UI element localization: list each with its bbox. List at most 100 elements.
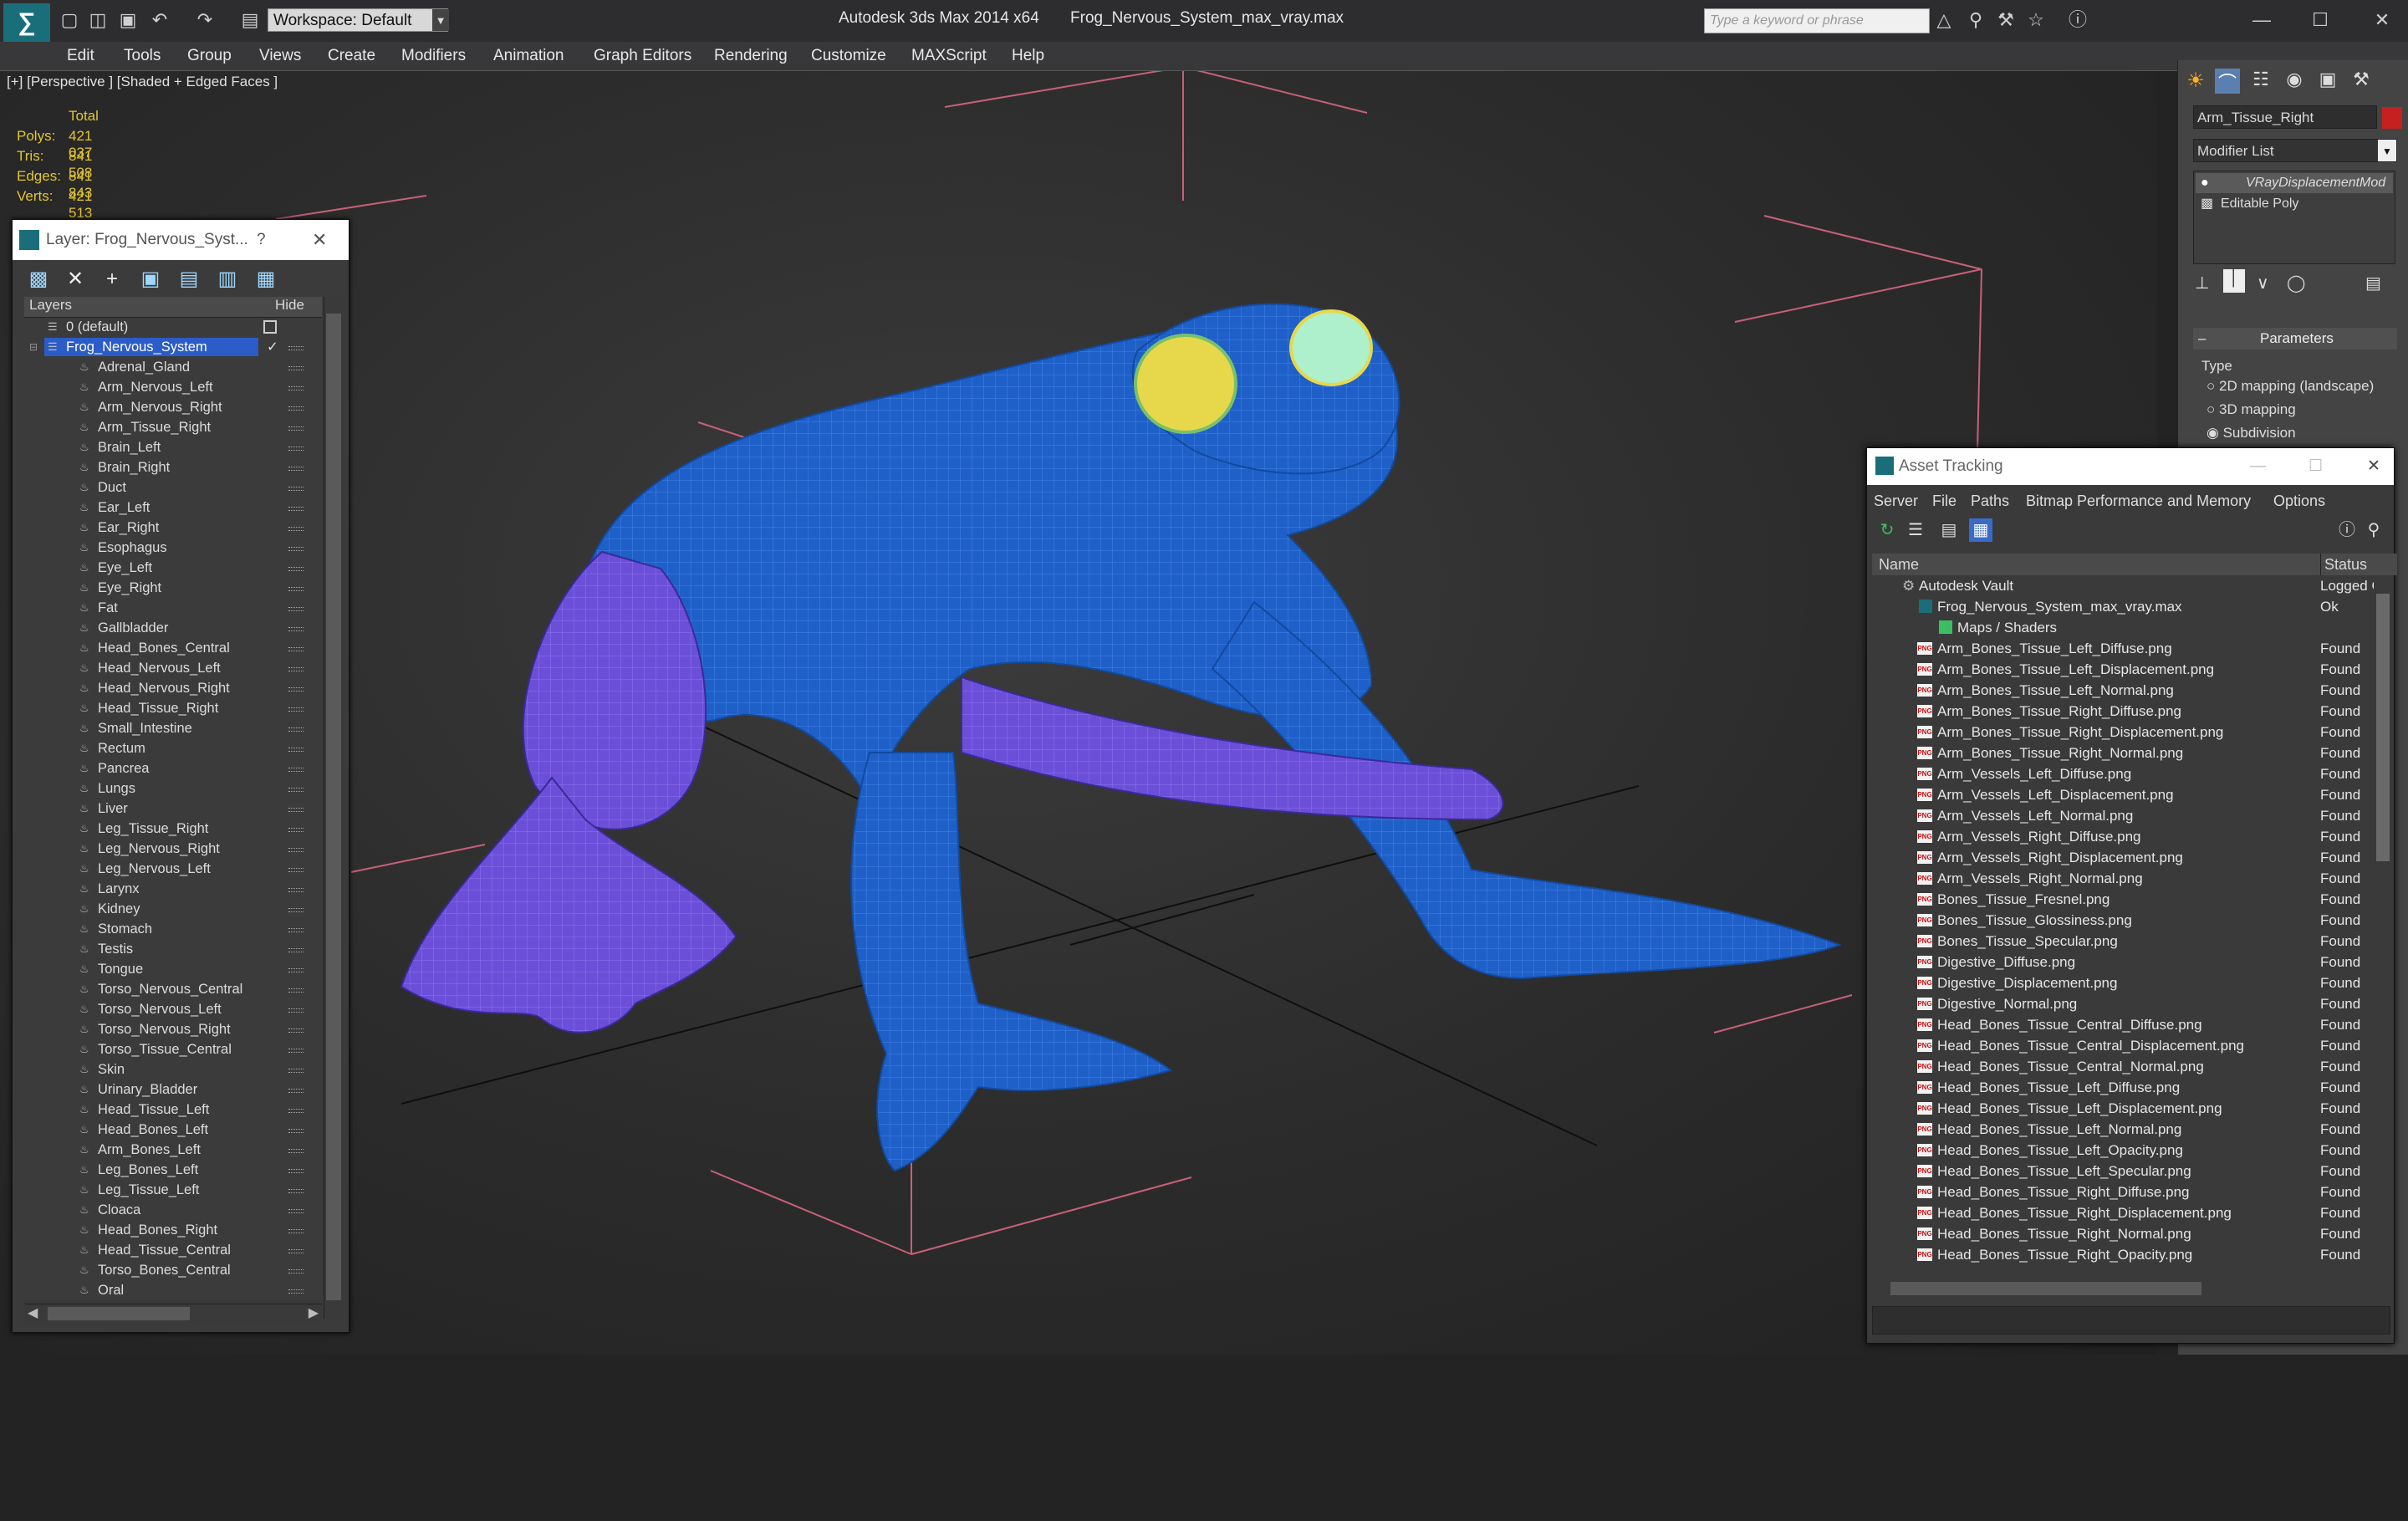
hide-toggle[interactable] bbox=[288, 788, 304, 792]
hide-toggle[interactable] bbox=[288, 447, 304, 451]
scroll-thumb[interactable] bbox=[48, 1307, 190, 1320]
hide-all-icon[interactable]: ▥ bbox=[215, 267, 240, 292]
collapse-icon[interactable]: ⊟ bbox=[29, 337, 38, 357]
layer-row[interactable]: ♨ Liver bbox=[24, 799, 322, 819]
hide-toggle[interactable] bbox=[288, 1069, 304, 1073]
hide-toggle[interactable] bbox=[288, 627, 304, 631]
radio-3d-mapping[interactable]: ○ 3D mapping bbox=[2206, 401, 2296, 418]
hierarchy-tab-icon[interactable]: ☷ bbox=[2248, 69, 2273, 94]
show-end-result-icon[interactable]: │ bbox=[2223, 269, 2245, 293]
map-row[interactable]: PNG Digestive_Displacement.png Found bbox=[1872, 972, 2394, 993]
scroll-thumb[interactable] bbox=[326, 314, 341, 1300]
layer-row[interactable]: ♨ Arm_Nervous_Left bbox=[24, 377, 322, 397]
redo-icon[interactable]: ↷ bbox=[194, 8, 216, 32]
asset-menu-paths[interactable]: Paths bbox=[1971, 488, 2009, 513]
hide-toggle[interactable] bbox=[288, 687, 304, 692]
hide-toggle[interactable] bbox=[288, 426, 304, 431]
layer-row[interactable]: ♨ Tongue bbox=[24, 959, 322, 979]
hide-toggle[interactable] bbox=[288, 366, 304, 370]
remove-modifier-icon[interactable]: ◯ bbox=[2287, 273, 2305, 293]
table-view-icon[interactable]: ▤ bbox=[1937, 518, 1961, 542]
layer-row[interactable]: ♨ Head_Nervous_Right bbox=[24, 678, 322, 698]
map-row[interactable]: PNG Head_Bones_Tissue_Right_Opacity.png Fo… bbox=[1872, 1244, 2394, 1265]
scroll-thumb[interactable] bbox=[2376, 594, 2390, 861]
layer-row[interactable]: ♨ Eye_Left bbox=[24, 558, 322, 578]
hide-toggle[interactable] bbox=[288, 647, 304, 651]
map-row[interactable]: PNG Head_Bones_Tissue_Left_Displacement.p… bbox=[1872, 1098, 2394, 1119]
scroll-right-icon[interactable]: ▶ bbox=[309, 1304, 319, 1321]
stack-item-editable-poly[interactable]: ▩ Editable Poly bbox=[2196, 195, 2393, 213]
layer-row[interactable]: ♨ Cloaca bbox=[24, 1200, 322, 1220]
minimize-icon[interactable]: — bbox=[2251, 8, 2273, 32]
parameters-rollout[interactable]: – Parameters bbox=[2193, 328, 2397, 350]
map-row[interactable]: PNG Bones_Tissue_Fresnel.png Found bbox=[1872, 889, 2394, 910]
menu-animation[interactable]: Animation bbox=[493, 42, 564, 70]
hide-toggle[interactable] bbox=[288, 1269, 304, 1273]
menu-tools[interactable]: Tools bbox=[124, 42, 161, 70]
layer-row[interactable]: ♨ Arm_Bones_Left bbox=[24, 1140, 322, 1160]
menu-graph-editors[interactable]: Graph Editors bbox=[594, 42, 691, 70]
make-unique-icon[interactable]: ∨ bbox=[2257, 273, 2269, 293]
modifier-list-select[interactable]: Modifier List ▼ bbox=[2193, 139, 2397, 162]
map-row[interactable]: PNG Head_Bones_Tissue_Central_Normal.png F… bbox=[1872, 1056, 2394, 1077]
pin-icon[interactable]: ⚲ bbox=[2362, 518, 2385, 542]
layer-row[interactable]: ♨ Brain_Right bbox=[24, 457, 322, 477]
workspace-select[interactable]: Workspace: Default ▼ bbox=[268, 8, 449, 32]
layer-row[interactable]: ♨ Torso_Nervous_Right bbox=[24, 1019, 322, 1039]
layer-row[interactable]: ♨ Larynx bbox=[24, 879, 322, 899]
map-row[interactable]: PNG Arm_Bones_Tissue_Right_Diffuse.png Fou… bbox=[1872, 701, 2394, 722]
map-row[interactable]: PNG Head_Bones_Tissue_Right_Diffuse.png Fo… bbox=[1872, 1182, 2394, 1202]
hide-toggle[interactable] bbox=[288, 346, 304, 350]
hide-toggle[interactable] bbox=[288, 1089, 304, 1093]
hide-toggle[interactable] bbox=[288, 1229, 304, 1233]
hide-toggle[interactable] bbox=[288, 968, 304, 972]
map-row[interactable]: PNG Arm_Vessels_Right_Displacement.png Fou… bbox=[1872, 847, 2394, 868]
hide-toggle[interactable] bbox=[288, 908, 304, 912]
utilities-tab-icon[interactable]: ⚒ bbox=[2349, 69, 2374, 94]
map-row[interactable]: PNG Arm_Bones_Tissue_Right_Normal.png Foun… bbox=[1872, 743, 2394, 763]
motion-tab-icon[interactable]: ◉ bbox=[2282, 69, 2307, 94]
map-row[interactable]: PNG Head_Bones_Tissue_Left_Normal.png Foun… bbox=[1872, 1119, 2394, 1140]
file-row[interactable]: Frog_Nervous_System_max_vray.max Ok bbox=[1872, 596, 2394, 617]
open-file-icon[interactable]: ◫ bbox=[87, 8, 109, 32]
hide-toggle[interactable] bbox=[288, 1129, 304, 1133]
hide-toggle[interactable] bbox=[288, 1149, 304, 1153]
menu-help[interactable]: Help bbox=[1012, 42, 1044, 70]
layer-row[interactable]: ♨ Torso_Bones_Central bbox=[24, 1260, 322, 1280]
hide-toggle[interactable] bbox=[288, 948, 304, 952]
hide-toggle[interactable] bbox=[288, 1189, 304, 1193]
help-button[interactable]: ? bbox=[257, 220, 266, 260]
map-row[interactable]: PNG Bones_Tissue_Specular.png Found bbox=[1872, 931, 2394, 952]
menu-group[interactable]: Group bbox=[187, 42, 232, 70]
scroll-thumb[interactable] bbox=[1890, 1282, 2201, 1295]
hide-toggle[interactable] bbox=[288, 406, 304, 411]
hide-toggle[interactable] bbox=[288, 868, 304, 872]
asset-menu-bitmap[interactable]: Bitmap Performance and Memory bbox=[2026, 488, 2251, 513]
object-name-field[interactable]: Arm_Tissue_Right bbox=[2193, 105, 2377, 129]
hide-toggle[interactable] bbox=[288, 587, 304, 591]
maximize-icon[interactable]: ☐ bbox=[2309, 448, 2323, 485]
layer-window-titlebar[interactable]: Layer: Frog_Nervous_Syst... ? ✕ bbox=[13, 220, 349, 260]
layer-row[interactable]: ♨ Lungs bbox=[24, 778, 322, 799]
col-hide[interactable]: Hide bbox=[275, 297, 304, 314]
select-objects-icon[interactable]: ▣ bbox=[138, 267, 163, 292]
tools-icon[interactable]: ⚒ bbox=[1995, 8, 2017, 32]
project-folder-icon[interactable]: ▤ bbox=[239, 8, 261, 32]
asset-path-field[interactable] bbox=[1872, 1306, 2390, 1335]
close-icon[interactable]: ✕ bbox=[2367, 448, 2380, 485]
layer-row[interactable]: ♨ Oral bbox=[24, 1280, 322, 1300]
close-icon[interactable]: ✕ bbox=[312, 220, 327, 260]
col-status[interactable]: Status bbox=[2320, 554, 2367, 575]
group-row[interactable]: Maps / Shaders bbox=[1872, 617, 2394, 638]
map-row[interactable]: PNG Head_Bones_Tissue_Right_Normal.png Fou… bbox=[1872, 1223, 2394, 1244]
layer-row[interactable]: ♨ Duct bbox=[24, 477, 322, 498]
modify-tab-icon[interactable]: ⌒ bbox=[2215, 69, 2240, 94]
asset-hscrollbar[interactable] bbox=[1872, 1279, 2374, 1298]
map-row[interactable]: PNG Arm_Bones_Tissue_Left_Displacement.pn… bbox=[1872, 659, 2394, 680]
layer-row[interactable]: ♨ Torso_Tissue_Central bbox=[24, 1039, 322, 1059]
hide-toggle[interactable] bbox=[288, 467, 304, 471]
hide-toggle[interactable] bbox=[288, 1249, 304, 1253]
layer-row[interactable]: ♨ Urinary_Bladder bbox=[24, 1080, 322, 1100]
layer-row[interactable]: ♨ Stomach bbox=[24, 919, 322, 939]
hide-toggle[interactable] bbox=[288, 1008, 304, 1013]
